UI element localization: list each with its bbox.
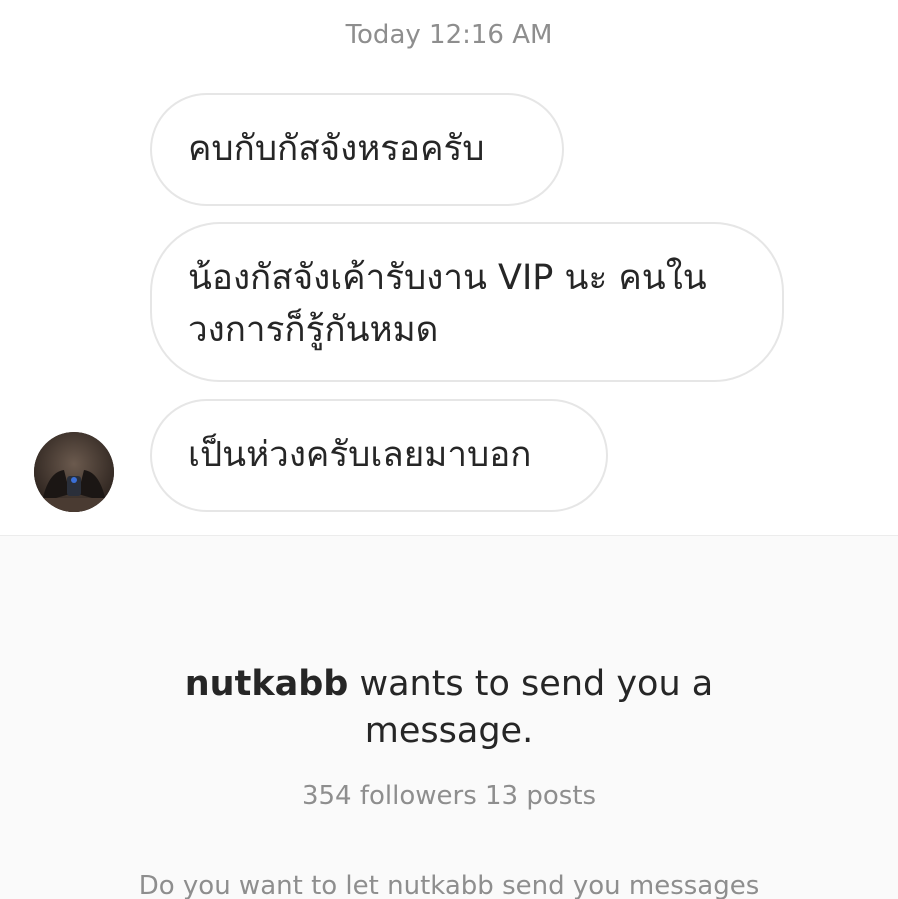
message-bubble[interactable]: เป็นห่วงครับเลยมาบอก — [150, 399, 608, 512]
direct-message-thread: Today 12:16 AM คบกับกัสจังหรอครับ น้องกั… — [0, 0, 898, 899]
sender-avatar[interactable] — [34, 432, 114, 512]
message-bubble[interactable]: น้องกัสจังเค้ารับงาน VIP นะ คนใน วงการก็… — [150, 222, 784, 382]
request-title-text: wants to send you a message. — [348, 664, 714, 751]
message-timestamp: Today 12:16 AM — [345, 20, 553, 50]
message-list[interactable]: Today 12:16 AM คบกับกัสจังหรอครับ น้องกั… — [0, 0, 898, 535]
user-avatar-photo-icon — [34, 432, 114, 512]
message-text: เป็นห่วงครับเลยมาบอก — [188, 435, 532, 475]
message-text-line: น้องกัสจังเค้ารับงาน VIP นะ คนใน — [188, 258, 707, 298]
request-title: nutkabb wants to send you a message. — [120, 661, 778, 755]
request-question: Do you want to let nutkabb send you mess… — [138, 871, 760, 899]
message-request-panel: nutkabb wants to send you a message. 354… — [0, 535, 898, 899]
request-username[interactable]: nutkabb — [185, 664, 349, 704]
post-count: 13 posts — [485, 781, 597, 811]
message-text-line: วงการก็รู้กันหมด — [188, 310, 439, 350]
follower-count: 354 followers — [301, 781, 477, 811]
message-bubble[interactable]: คบกับกัสจังหรอครับ — [150, 93, 564, 206]
message-text: คบกับกัสจังหรอครับ — [188, 129, 485, 169]
request-stats: 354 followers 13 posts — [0, 781, 898, 811]
